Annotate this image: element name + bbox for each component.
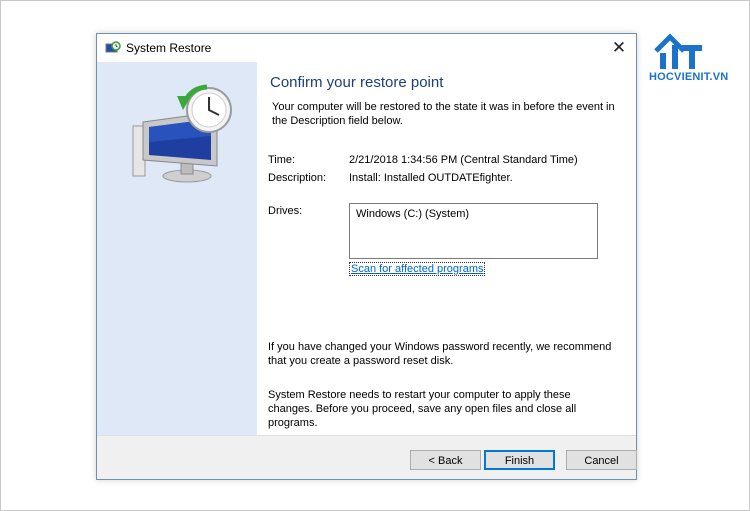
back-button[interactable]: < Back xyxy=(410,450,481,470)
time-value: 2/21/2018 1:34:56 PM (Central Standard T… xyxy=(349,154,578,166)
intro-text: Your computer will be restored to the st… xyxy=(272,101,615,127)
cancel-button[interactable]: Cancel xyxy=(566,450,637,470)
restore-monitor-clock-icon xyxy=(132,84,232,183)
button-bar: < Back Finish Cancel xyxy=(97,435,637,479)
list-item[interactable]: Windows (C:) (System) xyxy=(356,208,469,220)
watermark-text: HOCVIENIT.VN xyxy=(649,71,729,83)
password-note: If you have changed your Windows passwor… xyxy=(268,341,612,367)
scan-affected-programs-link[interactable]: Scan for affected programs xyxy=(349,262,486,276)
restart-note: System Restore needs to restart your com… xyxy=(268,389,577,429)
time-label: Time: xyxy=(268,154,296,166)
title-bar: System Restore ✕ xyxy=(97,34,636,62)
description-label: Description: xyxy=(268,172,327,184)
system-restore-dialog: System Restore ✕ Confirm your restore po… xyxy=(96,33,637,480)
system-restore-icon xyxy=(105,41,121,53)
wizard-content: Confirm your restore point Your computer… xyxy=(257,62,636,435)
wizard-side-panel xyxy=(97,62,257,435)
finish-button[interactable]: Finish xyxy=(484,450,555,470)
page-title: Confirm your restore point xyxy=(270,74,444,91)
window-title: System Restore xyxy=(126,41,212,55)
close-icon[interactable]: ✕ xyxy=(602,34,636,62)
description-value: Install: Installed OUTDATEfighter. xyxy=(349,172,513,184)
drives-label: Drives: xyxy=(268,205,303,217)
drives-list[interactable]: Windows (C:) (System) xyxy=(349,203,598,259)
